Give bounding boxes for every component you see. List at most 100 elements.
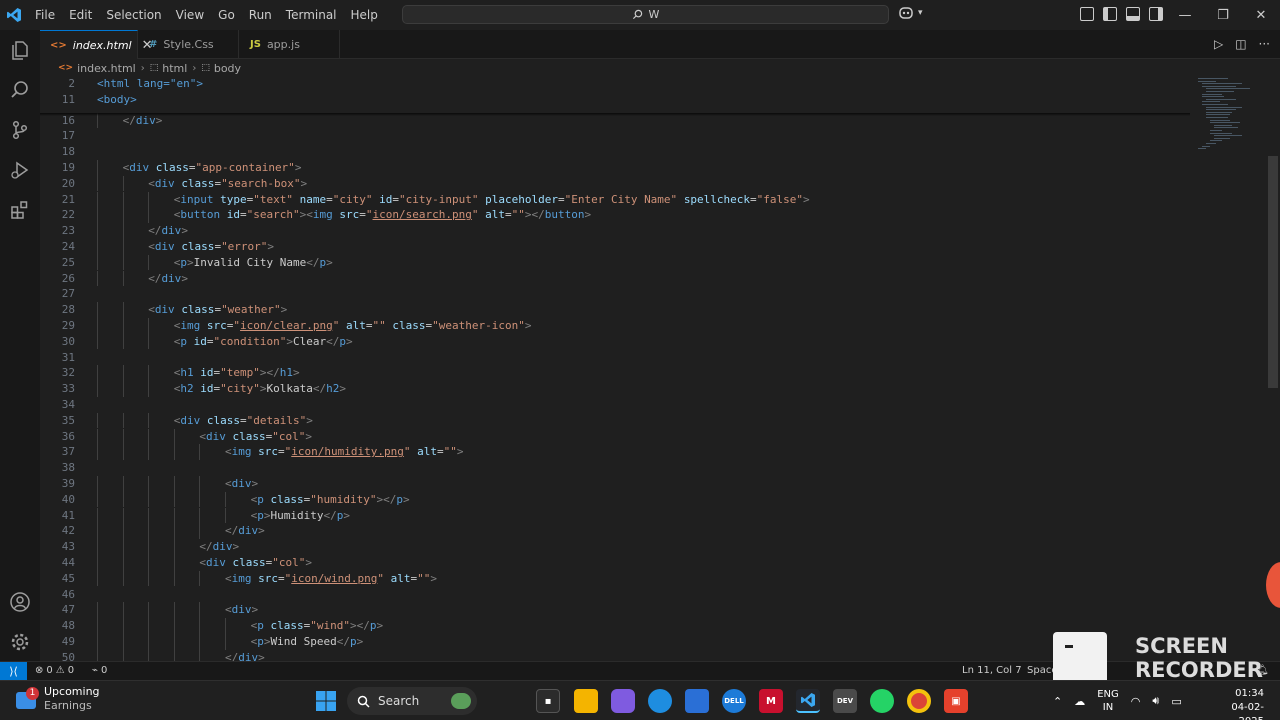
split-editor-icon[interactable]: ◫ (1235, 37, 1246, 51)
explorer-icon[interactable] (8, 38, 32, 62)
restore-icon[interactable]: ❐ (1204, 0, 1242, 30)
copilot-app-icon[interactable] (611, 689, 635, 713)
run-and-debug-icon[interactable] (8, 158, 32, 182)
minimize-icon[interactable]: — (1166, 0, 1204, 30)
menu-file[interactable]: File (28, 0, 62, 30)
cursor-position[interactable]: Ln 11, Col 7 (962, 665, 1022, 676)
code-line[interactable]: 23 </div> (40, 223, 1190, 239)
remote-indicator-icon[interactable]: ⟩⟨ (0, 662, 27, 681)
menu-run[interactable]: Run (242, 0, 279, 30)
source-control-icon[interactable] (8, 118, 32, 142)
code-line[interactable]: 21 <input type="text" name="city" id="cit… (40, 191, 1190, 208)
toggle-panel-icon[interactable] (1126, 7, 1140, 21)
code-line[interactable]: 50 </div> (40, 649, 1190, 661)
breadcrumb-file[interactable]: index.html (77, 62, 136, 75)
more-actions-icon[interactable]: ··· (1259, 37, 1270, 51)
code-editor[interactable]: 2 <html lang="en"> 11 <body> 16 </div> 17 18 19 <… (40, 76, 1190, 661)
accounts-icon[interactable] (8, 590, 32, 614)
code-line[interactable]: 44 <div class="col"> (40, 554, 1190, 571)
code-line[interactable]: 31 (40, 350, 1190, 366)
token-link[interactable]: icon/wind.png (291, 572, 377, 585)
extensions-icon[interactable] (8, 198, 32, 222)
mcafee-icon[interactable]: M (759, 689, 783, 713)
code-line[interactable]: 38 (40, 460, 1190, 476)
search-sidebar-icon[interactable] (8, 78, 32, 102)
volume-icon[interactable]: 🔊︎ (1152, 694, 1159, 708)
file-explorer-icon[interactable] (574, 689, 598, 713)
task-view-icon[interactable]: ▪ (536, 689, 560, 713)
token-link[interactable]: icon/search.png (373, 208, 472, 221)
taskbar-search[interactable]: Search (347, 687, 477, 715)
code-line[interactable]: 46 (40, 587, 1190, 603)
sticky-scroll-line[interactable]: 2 <html lang="en"> (40, 76, 1190, 92)
code-line[interactable]: 30 <p id="condition">Clear</p> (40, 333, 1190, 350)
menu-selection[interactable]: Selection (99, 0, 168, 30)
code-line[interactable]: 49 <p>Wind Speed</p> (40, 633, 1190, 650)
code-line[interactable]: 42 </div> (40, 523, 1190, 540)
code-line[interactable]: 28 <div class="weather"> (40, 302, 1190, 318)
code-line[interactable]: 43 </div> (40, 539, 1190, 555)
breadcrumb-body[interactable]: body (214, 62, 241, 75)
menu-go[interactable]: Go (211, 0, 242, 30)
edge-browser-icon[interactable] (648, 689, 672, 713)
code-line[interactable]: 25 <p>Invalid City Name</p> (40, 254, 1190, 271)
menu-terminal[interactable]: Terminal (279, 0, 344, 30)
screen-recorder-app-icon[interactable]: ▣ (944, 689, 968, 713)
code-line[interactable]: 24 <div class="error"> (40, 238, 1190, 255)
code-line[interactable]: 22 <button id="search"><img src="icon/sea… (40, 207, 1190, 224)
tab-index-html[interactable]: <> index.html ✕ (40, 30, 153, 59)
menu-edit[interactable]: Edit (62, 0, 99, 30)
toggle-secondary-sidebar-icon[interactable] (1149, 7, 1163, 21)
breadcrumb-html[interactable]: html (162, 62, 187, 75)
settings-gear-icon[interactable] (8, 630, 32, 654)
recording-indicator[interactable] (1266, 562, 1280, 608)
chrome-icon[interactable] (907, 689, 931, 713)
tab-style-css[interactable]: # Style.Css (139, 30, 239, 59)
token-link[interactable]: icon/humidity.png (291, 445, 404, 458)
code-line[interactable]: 27 (40, 286, 1190, 302)
start-menu-icon[interactable] (314, 689, 338, 713)
code-line[interactable]: 18 (40, 144, 1190, 160)
show-hidden-icons-icon[interactable]: ⌃ (1053, 695, 1062, 708)
code-line[interactable]: 33 <h2 id="city">Kolkata</h2> (40, 381, 1190, 397)
code-line[interactable]: 41 <p>Humidity</p> (40, 507, 1190, 524)
command-center-search[interactable]: W (402, 5, 889, 24)
dell-icon[interactable]: DELL (722, 689, 746, 713)
token-link[interactable]: icon/clear.png (240, 319, 333, 332)
editor-scrollbar[interactable] (1268, 156, 1278, 388)
copilot-icon[interactable]: ▾ (898, 6, 923, 20)
customize-layout-icon[interactable] (1080, 7, 1094, 21)
code-line[interactable]: 36 <div class="col"> (40, 428, 1190, 445)
vscode-taskbar-icon[interactable] (796, 689, 820, 713)
onedrive-icon[interactable]: ☁ (1074, 695, 1085, 708)
code-line[interactable]: 26 </div> (40, 270, 1190, 287)
wifi-icon[interactable]: ◠ (1131, 695, 1141, 708)
widgets-button[interactable]: 1 Upcoming Earnings (16, 685, 100, 713)
run-icon[interactable]: ▷ (1214, 37, 1223, 51)
code-line[interactable]: 29 <img src="icon/clear.png" alt="" class… (40, 317, 1190, 334)
language-indicator[interactable]: ENG IN (1097, 688, 1119, 714)
code-line[interactable]: 48 <p class="wind"></p> (40, 618, 1190, 634)
sticky-scroll-line[interactable]: 11 <body> (40, 92, 1190, 108)
toggle-sidebar-icon[interactable] (1103, 7, 1117, 21)
code-line[interactable]: 35 <div class="details"> (40, 412, 1190, 429)
battery-icon[interactable]: ▭ (1171, 695, 1181, 708)
code-line[interactable]: 34 (40, 397, 1190, 413)
code-line[interactable]: 47 <div> (40, 602, 1190, 619)
menu-view[interactable]: View (169, 0, 211, 30)
code-line[interactable]: 40 <p class="humidity"></p> (40, 491, 1190, 508)
problems-indicator[interactable]: ⊗ 0 ⚠ 0 (35, 665, 74, 676)
whatsapp-icon[interactable] (870, 689, 894, 713)
dev-home-icon[interactable]: DEV (833, 689, 857, 713)
code-line[interactable]: 20 <div class="search-box"> (40, 175, 1190, 192)
code-line[interactable]: 17 (40, 128, 1190, 144)
tab-app-js[interactable]: JS app.js (240, 30, 340, 59)
clock[interactable]: 01:34 04-02-2025 (1208, 687, 1264, 720)
code-line[interactable]: 37 <img src="icon/humidity.png" alt=""> (40, 444, 1190, 461)
code-line[interactable]: 32 <h1 id="temp"></h1> (40, 365, 1190, 382)
code-line[interactable]: 45 <img src="icon/wind.png" alt=""> (40, 570, 1190, 587)
menu-help[interactable]: Help (344, 0, 385, 30)
code-line[interactable]: 39 <div> (40, 475, 1190, 492)
close-window-icon[interactable]: ✕ (1242, 0, 1280, 30)
minimap[interactable] (1190, 76, 1266, 661)
